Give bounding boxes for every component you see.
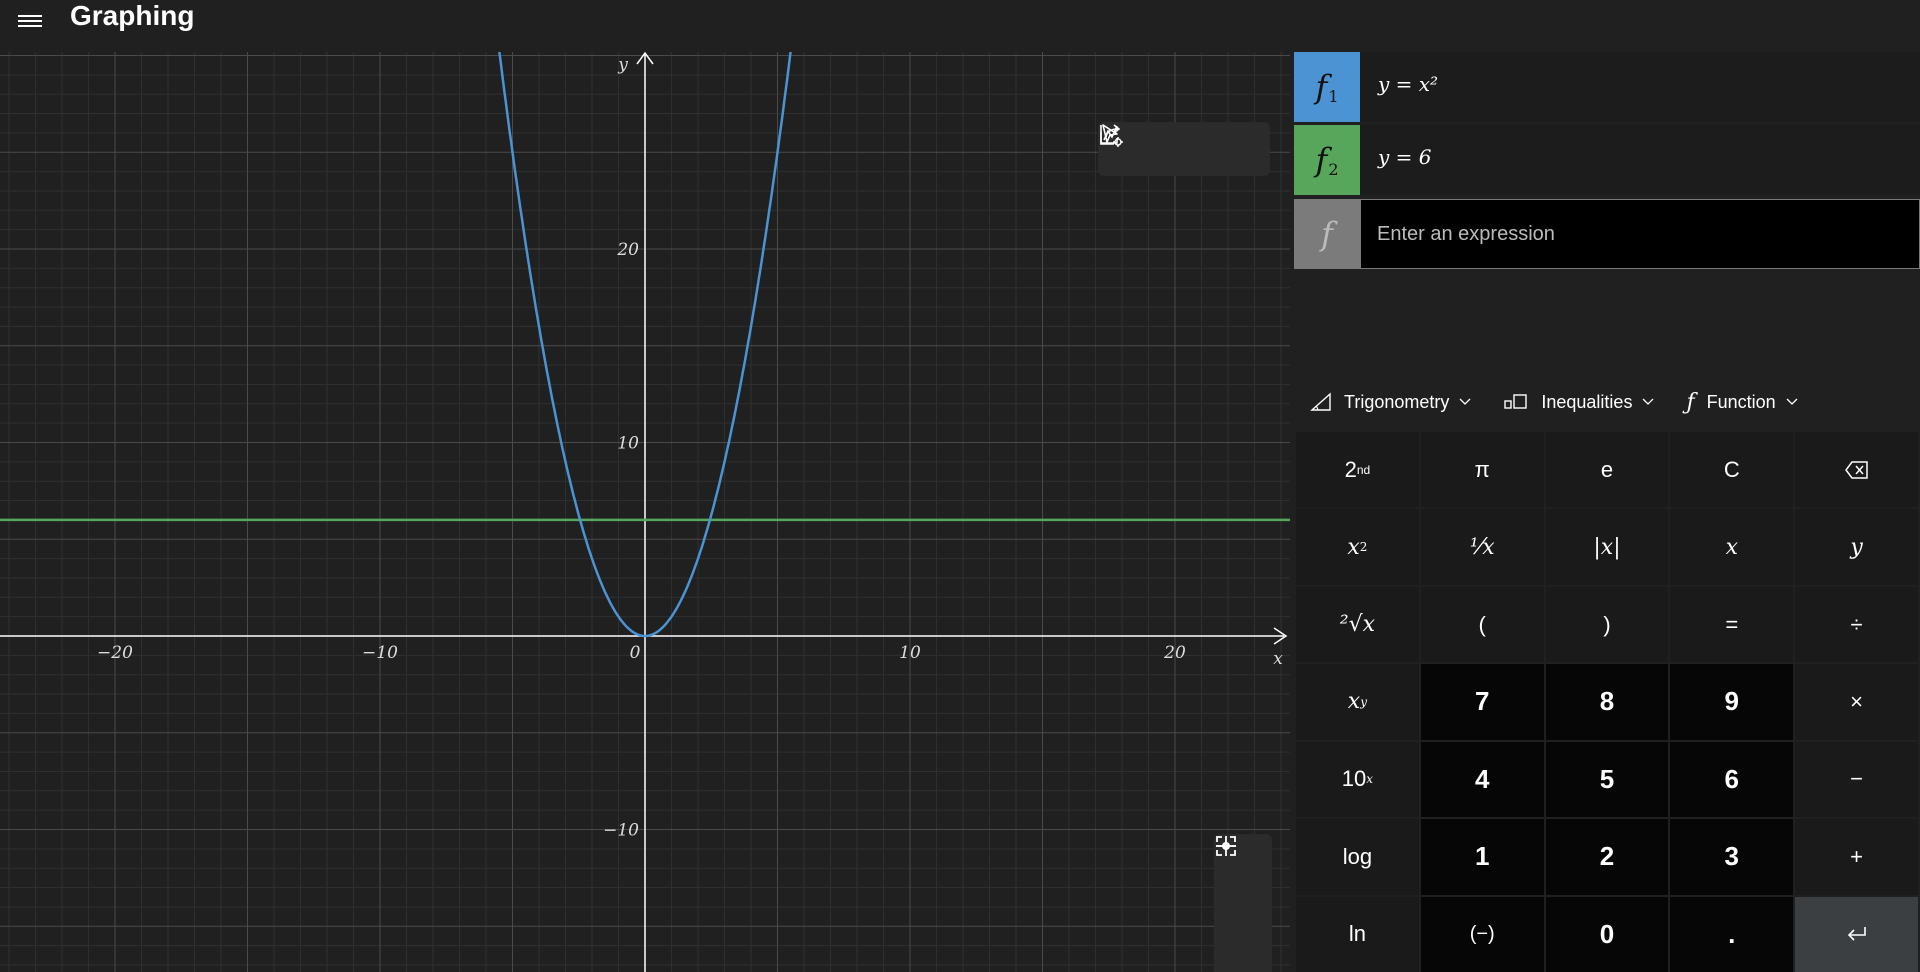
key-x-squared[interactable]: x2: [1296, 509, 1419, 585]
key-divide[interactable]: ÷: [1795, 586, 1918, 663]
app-title: Graphing: [70, 0, 195, 31]
key-x-power-y[interactable]: xy: [1296, 664, 1419, 740]
inequality-icon: [1503, 393, 1529, 411]
new-function-badge: f: [1294, 199, 1360, 269]
zoom-panel: [1214, 834, 1272, 972]
x-tick-label: −10: [362, 643, 398, 663]
key-y[interactable]: y: [1795, 509, 1918, 585]
key-minus[interactable]: −: [1795, 741, 1918, 818]
hamburger-menu-icon[interactable]: [18, 6, 42, 27]
key-close-paren[interactable]: ): [1545, 586, 1669, 663]
triangle-icon: [1310, 392, 1332, 412]
tab-inequalities[interactable]: Inequalities: [1503, 372, 1654, 432]
function-symbol: f: [1315, 68, 1328, 106]
keypad: 2nd π e C x2 ⅟x |x| x y ²√x ( ) = ÷ xy 7…: [1296, 432, 1918, 972]
function-symbol: f: [1315, 141, 1328, 179]
y-tick-label: 20: [616, 240, 639, 260]
key-clear[interactable]: C: [1670, 432, 1794, 508]
y-axis-label: y: [617, 55, 628, 75]
key-pi[interactable]: π: [1420, 432, 1544, 508]
key-plus[interactable]: +: [1795, 819, 1918, 895]
tab-label: Function: [1706, 391, 1776, 412]
tab-label: Trigonometry: [1344, 391, 1450, 412]
key-5[interactable]: 5: [1545, 741, 1669, 818]
y-tick-label: −10: [603, 821, 639, 841]
x-tick-label: 10: [899, 643, 921, 663]
graph-toolbar: [1098, 122, 1270, 176]
key-9[interactable]: 9: [1670, 664, 1794, 740]
tab-label: Inequalities: [1541, 391, 1633, 412]
function-symbol: f: [1321, 215, 1333, 253]
enter-icon[interactable]: [1795, 896, 1918, 972]
backspace-icon[interactable]: [1795, 432, 1918, 508]
x-tick-label: 0: [630, 643, 641, 663]
share-icon[interactable]: [1100, 124, 1206, 171]
tab-function[interactable]: ƒ Function: [1686, 372, 1798, 432]
x-tick-label: 20: [1163, 643, 1186, 663]
zoom-out-icon[interactable]: [1216, 845, 1268, 945]
key-3[interactable]: 3: [1670, 819, 1794, 895]
function-index: 1: [1328, 86, 1339, 106]
fit-to-screen-icon[interactable]: [1216, 836, 1268, 972]
chevron-down-icon: [1642, 398, 1654, 406]
key-2[interactable]: 2: [1545, 819, 1669, 895]
key-reciprocal[interactable]: ⅟x: [1420, 509, 1544, 585]
expression-input[interactable]: [1360, 199, 1920, 269]
expression-row-1[interactable]: f1 y = x²: [1294, 52, 1920, 122]
expression-row-2[interactable]: f2 y = 6: [1294, 125, 1920, 195]
title-bar: Graphing: [0, 0, 1920, 40]
expression-1-text[interactable]: y = x²: [1378, 72, 1438, 96]
x-tick-label: −20: [97, 643, 133, 663]
key-ten-power-x[interactable]: 10 x: [1296, 741, 1419, 818]
key-6[interactable]: 6: [1670, 741, 1794, 818]
key-log[interactable]: log: [1296, 819, 1419, 895]
key-equals[interactable]: =: [1670, 586, 1794, 663]
tab-trigonometry[interactable]: Trigonometry: [1310, 372, 1471, 432]
graph-options-icon[interactable]: [1100, 125, 1258, 171]
expression-2-text[interactable]: y = 6: [1378, 145, 1432, 169]
function-index: 2: [1328, 159, 1339, 179]
key-1[interactable]: 1: [1420, 819, 1544, 895]
function-1-badge[interactable]: f1: [1294, 52, 1360, 122]
key-0[interactable]: 0: [1545, 896, 1669, 972]
key-4[interactable]: 4: [1420, 741, 1544, 818]
key-second[interactable]: 2nd: [1296, 432, 1419, 508]
chevron-down-icon: [1459, 398, 1471, 406]
graph-svg[interactable]: −20 −10 0 10 20 20 10 −10 x y: [0, 52, 1290, 972]
x-axis-label: x: [1273, 649, 1283, 669]
key-absolute[interactable]: |x|: [1545, 509, 1669, 585]
function-icon: ƒ: [1686, 389, 1695, 415]
y-tick-label: 10: [617, 434, 639, 454]
graph-canvas[interactable]: −20 −10 0 10 20 20 10 −10 x y: [0, 52, 1290, 972]
key-decimal[interactable]: .: [1670, 896, 1794, 972]
key-e[interactable]: e: [1545, 432, 1669, 508]
function-2-badge[interactable]: f2: [1294, 125, 1360, 195]
key-negate[interactable]: (−): [1420, 896, 1544, 972]
key-7[interactable]: 7: [1420, 664, 1544, 740]
key-ln[interactable]: ln: [1296, 896, 1419, 972]
key-multiply[interactable]: ×: [1795, 664, 1918, 740]
key-8[interactable]: 8: [1545, 664, 1669, 740]
chevron-down-icon: [1786, 398, 1798, 406]
key-root[interactable]: ²√x: [1296, 586, 1419, 663]
new-expression-row[interactable]: f: [1294, 199, 1920, 269]
function-tabs: Trigonometry Inequalities ƒ Function: [1292, 372, 1920, 432]
key-open-paren[interactable]: (: [1420, 586, 1544, 663]
key-x[interactable]: x: [1670, 509, 1794, 585]
